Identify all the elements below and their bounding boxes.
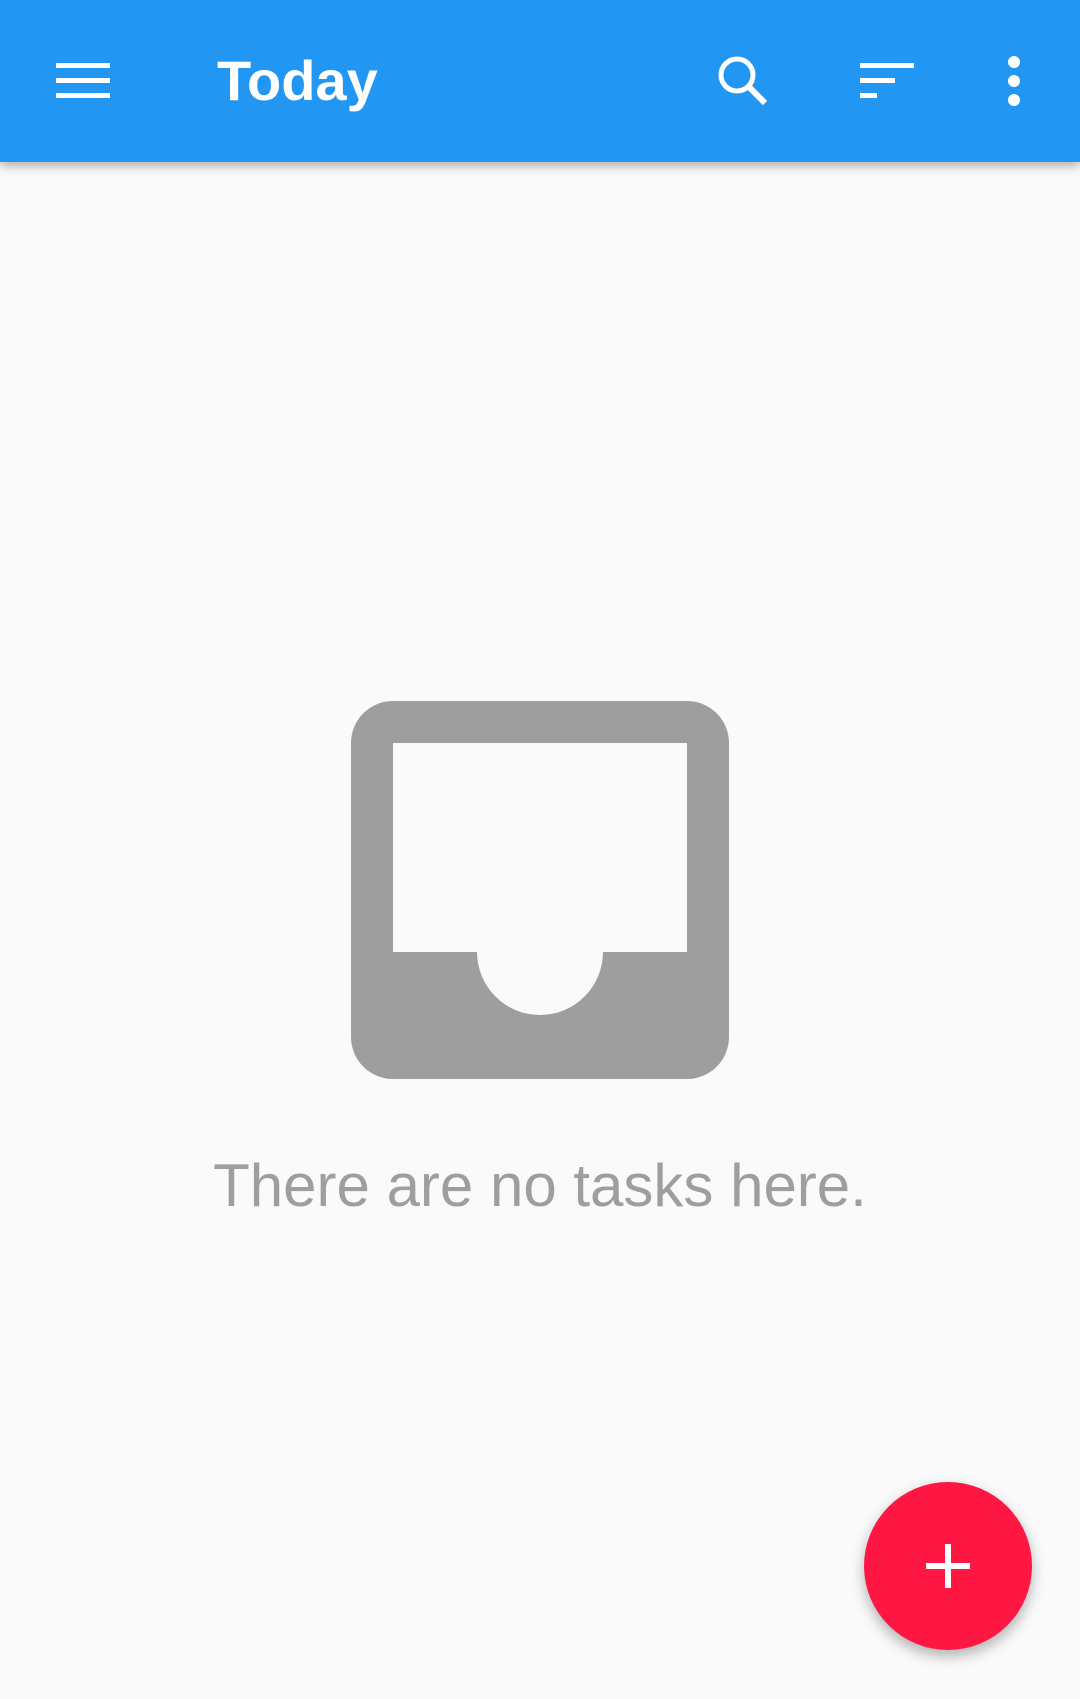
more-options-button[interactable] (966, 33, 1062, 129)
menu-button[interactable] (36, 33, 132, 129)
sort-icon (860, 63, 914, 98)
add-task-button[interactable] (864, 1482, 1032, 1650)
search-button[interactable] (695, 33, 791, 129)
more-vert-icon (1008, 56, 1020, 106)
sort-button[interactable] (840, 33, 936, 129)
empty-state-message: There are no tasks here. (213, 1152, 867, 1219)
inbox-icon (351, 701, 729, 1079)
search-icon (718, 56, 768, 106)
page-title: Today (217, 49, 378, 112)
app-bar: Today (0, 0, 1080, 162)
menu-icon (56, 63, 110, 98)
add-icon (926, 1544, 970, 1588)
